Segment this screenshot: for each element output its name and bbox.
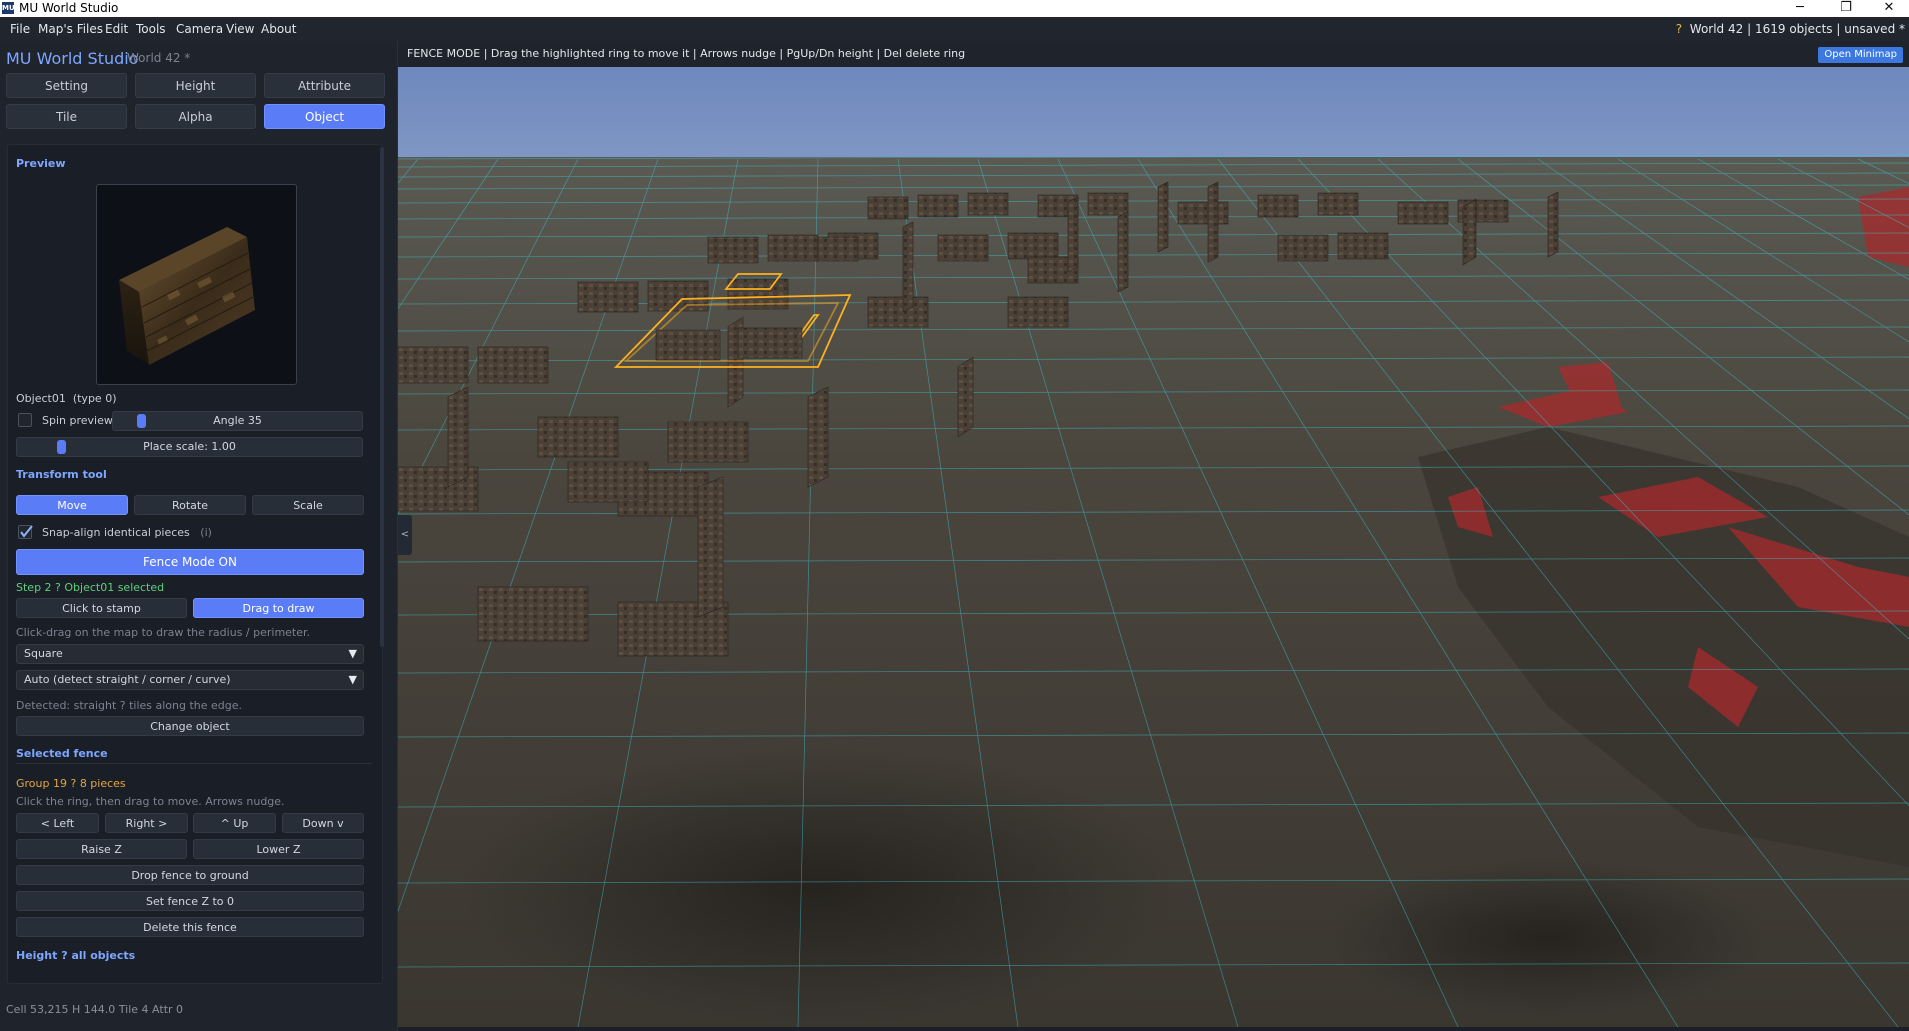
check-icon: [20, 525, 33, 538]
object-preview: [96, 184, 297, 385]
window-title: MU World Studio: [19, 1, 119, 15]
step-status: Step 2 ? Object01 selected: [16, 581, 165, 594]
change-object-button[interactable]: Change object: [16, 716, 364, 736]
menu-maps-files[interactable]: Map's Files: [38, 17, 103, 41]
menu-bar: File Map's Files Edit Tools Camera View …: [0, 17, 1909, 42]
info-icon[interactable]: (i): [200, 526, 212, 539]
fence-hint: Click the ring, then drag to move. Arrow…: [16, 795, 285, 808]
separator: |: [1836, 22, 1841, 36]
fence-group-status: Group 19 ? 8 pieces: [16, 777, 126, 790]
tab-attribute[interactable]: Attribute: [264, 73, 385, 98]
dropdown-arrow-icon: ▼: [348, 673, 357, 686]
draw-hint: Click-drag on the map to draw the radius…: [16, 626, 311, 639]
tab-setting[interactable]: Setting: [6, 73, 127, 98]
menu-tools[interactable]: Tools: [136, 17, 166, 41]
nudge-up-button[interactable]: ^ Up: [193, 813, 276, 833]
preview-heading: Preview: [16, 157, 66, 170]
status-bar: Cell 53,215 H 144.0 Tile 4 Attr 0: [6, 1003, 184, 1016]
transform-heading: Transform tool: [16, 468, 107, 481]
lower-z-button[interactable]: Lower Z: [193, 839, 364, 859]
sky: [398, 67, 1909, 161]
tab-height[interactable]: Height: [135, 73, 256, 98]
drop-fence-button[interactable]: Drop fence to ground: [16, 865, 364, 885]
menu-edit[interactable]: Edit: [105, 17, 128, 41]
tab-alpha[interactable]: Alpha: [135, 104, 256, 129]
delete-fence-button[interactable]: Delete this fence: [16, 917, 364, 937]
wall-object-image: [119, 227, 255, 365]
unsaved-indicator: unsaved *: [1844, 22, 1905, 36]
minimize-button[interactable]: ─: [1777, 0, 1823, 17]
app-icon: MU: [2, 2, 15, 14]
dropdown-arrow-icon: ▼: [348, 647, 357, 660]
snap-align-label: Snap-align identical pieces (i): [42, 526, 212, 539]
menu-view[interactable]: View: [226, 17, 254, 41]
detect-mode-select[interactable]: Auto (detect straight / corner / curve) …: [16, 670, 364, 690]
snap-align-checkbox[interactable]: [18, 525, 33, 539]
place-scale-label: Place scale: 1.00: [143, 440, 236, 453]
nudge-left-button[interactable]: < Left: [16, 813, 99, 833]
menu-file[interactable]: File: [10, 17, 30, 41]
shape-select-value: Square: [24, 647, 63, 660]
open-minimap-button[interactable]: Open Minimap: [1818, 47, 1903, 63]
fence-mode-hint: FENCE MODE | Drag the highlighted ring t…: [407, 47, 966, 60]
nudge-right-button[interactable]: Right >: [105, 813, 188, 833]
collapse-sidebar-button[interactable]: <: [398, 515, 412, 555]
object-name: Object01: [16, 392, 66, 405]
height-all-heading: Height ? all objects: [16, 949, 136, 962]
app-name: MU World Studio: [6, 49, 139, 68]
angle-label: Angle 35: [213, 414, 262, 427]
fence-mode-toggle[interactable]: Fence Mode ON: [16, 549, 364, 575]
nudge-down-button[interactable]: Down v: [282, 813, 364, 833]
move-tool-button[interactable]: Move: [16, 495, 128, 515]
maximize-button[interactable]: ❐: [1823, 0, 1869, 17]
object-count: 1619 objects: [1754, 22, 1833, 36]
separator: |: [1747, 22, 1752, 36]
place-scale-slider[interactable]: Place scale: 1.00: [16, 437, 363, 457]
world-name-status: World 42: [1689, 22, 1744, 36]
viewport-hint-bar: FENCE MODE | Drag the highlighted ring t…: [398, 41, 1909, 68]
terrain-render: [398, 67, 1909, 1027]
section-divider: [16, 763, 372, 764]
close-button[interactable]: ✕: [1866, 0, 1909, 17]
raise-z-button[interactable]: Raise Z: [16, 839, 187, 859]
tab-tile[interactable]: Tile: [6, 104, 127, 129]
map-viewport[interactable]: [398, 67, 1909, 1027]
detected-status: Detected: straight ? tiles along the edg…: [16, 699, 243, 712]
detect-mode-value: Auto (detect straight / corner / curve): [24, 673, 231, 686]
object-type: (type 0): [72, 392, 117, 405]
rotate-tool-button[interactable]: Rotate: [134, 495, 246, 515]
spin-preview-label: Spin preview: [42, 414, 113, 427]
spin-preview-checkbox[interactable]: [18, 413, 32, 427]
panel-scrollbar[interactable]: [380, 147, 384, 647]
object-name-label: Object01 (type 0): [16, 392, 116, 405]
warning-icon: ?: [1675, 22, 1683, 36]
scale-tool-button[interactable]: Scale: [252, 495, 364, 515]
angle-slider[interactable]: Angle 35: [112, 411, 363, 431]
menu-about[interactable]: About: [261, 17, 296, 41]
click-to-stamp-button[interactable]: Click to stamp: [16, 598, 187, 618]
shape-select[interactable]: Square ▼: [16, 644, 364, 664]
drag-to-draw-button[interactable]: Drag to draw: [193, 598, 364, 618]
selected-fence-heading: Selected fence: [16, 747, 108, 760]
sidebar: MU World Studio World 42 * Setting Heigh…: [0, 41, 398, 1031]
world-status: ? World 42 | 1619 objects | unsaved *: [1676, 17, 1905, 41]
snap-align-text: Snap-align identical pieces: [42, 526, 190, 539]
world-name: World 42 *: [127, 51, 191, 65]
tab-object[interactable]: Object: [264, 104, 385, 129]
menu-camera[interactable]: Camera: [176, 17, 223, 41]
title-bar: MU MU World Studio ─ ❐ ✕: [0, 0, 1909, 17]
set-fence-z-button[interactable]: Set fence Z to 0: [16, 891, 364, 911]
